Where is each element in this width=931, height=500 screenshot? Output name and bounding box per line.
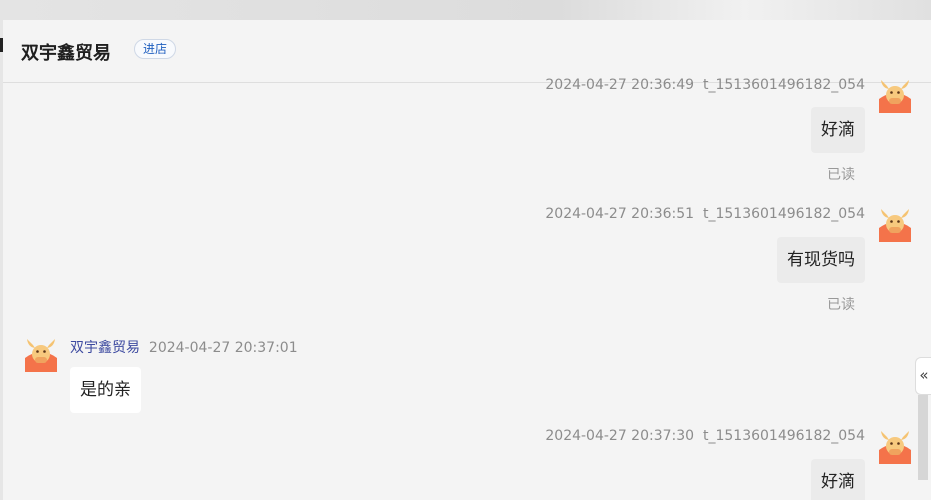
bull-avatar-icon (879, 209, 911, 242)
message-user-id: t_1513601496182_054 (702, 77, 865, 93)
chat-panel: 双宇鑫贸易 进店 2024-04-27 20:36:49 t_151360149… (3, 20, 931, 500)
message-bubble[interactable]: 有现货吗 (777, 237, 865, 283)
shop-avatar[interactable] (23, 336, 59, 372)
message-bubble[interactable]: 好滴 (811, 107, 865, 153)
message-meta: 2024-04-27 20:36:49 t_1513601496182_054 (545, 77, 865, 93)
read-status: 已读 (827, 297, 855, 313)
user-avatar[interactable] (877, 428, 913, 464)
message-bubble[interactable]: 好滴 (811, 459, 865, 500)
message-meta: 2024-04-27 20:37:30 t_1513601496182_054 (545, 428, 865, 444)
message-list[interactable]: 2024-04-27 20:36:49 t_1513601496182_054 … (3, 77, 931, 500)
message-timestamp: 2024-04-27 20:36:51 (545, 206, 695, 222)
message-timestamp: 2024-04-27 20:37:30 (545, 428, 695, 444)
message-meta: 2024-04-27 20:36:51 t_1513601496182_054 (545, 206, 865, 222)
message-user-id: t_1513601496182_054 (702, 428, 865, 444)
background-window-strip (0, 0, 931, 20)
sender-name[interactable]: 双宇鑫贸易 (70, 340, 140, 356)
message-user-id: t_1513601496182_054 (702, 206, 865, 222)
enter-shop-button[interactable]: 进店 (134, 39, 177, 59)
bull-avatar-icon (879, 431, 911, 464)
scrollbar[interactable] (918, 395, 928, 480)
message-timestamp: 2024-04-27 20:36:49 (545, 77, 695, 93)
chat-header: 双宇鑫贸易 进店 (3, 20, 931, 83)
user-avatar[interactable] (877, 206, 913, 242)
bull-avatar-icon (25, 339, 57, 372)
read-status: 已读 (827, 167, 855, 183)
user-avatar[interactable] (877, 77, 913, 113)
bull-avatar-icon (879, 80, 911, 113)
message-bubble[interactable]: 是的亲 (70, 367, 141, 413)
message-timestamp: 2024-04-27 20:37:01 (148, 340, 298, 356)
double-chevron-left-icon[interactable]: « (915, 357, 931, 395)
shop-name[interactable]: 双宇鑫贸易 (21, 39, 111, 65)
message-meta: 双宇鑫贸易 2024-04-27 20:37:01 (70, 337, 298, 357)
